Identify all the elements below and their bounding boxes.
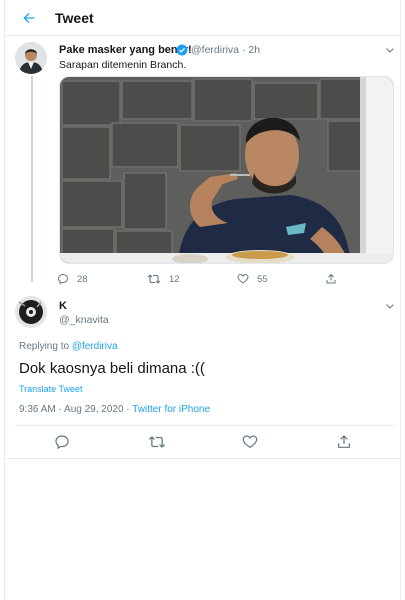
tweet-time[interactable]: 2h	[248, 44, 260, 56]
retweet-action[interactable]: 12	[147, 272, 180, 286]
tweet-action-bar	[5, 426, 400, 458]
tweet-source-link[interactable]: Twitter for iPhone	[132, 404, 210, 415]
author-handle[interactable]: @ferdiriva	[191, 44, 239, 56]
replying-to-link[interactable]: @ferdiriva	[72, 341, 118, 352]
divider	[5, 458, 400, 459]
retweet-icon	[147, 274, 161, 284]
tweet-detail-page: Tweet Pake masker yang benar! @ferdiriva…	[4, 0, 401, 600]
verified-badge-icon	[176, 44, 188, 56]
translate-tweet-link[interactable]: Translate Tweet	[19, 384, 83, 394]
tweet-text: Sarapan ditemenin Branch.	[59, 59, 187, 71]
share-icon	[326, 273, 336, 284]
replying-to-line: Replying to @ferdiriva	[19, 341, 118, 352]
page-header: Tweet	[5, 0, 400, 36]
retweet-count: 12	[169, 273, 180, 285]
heart-icon	[237, 273, 249, 284]
chevron-down-icon[interactable]	[384, 300, 396, 312]
like-action[interactable]: 55	[237, 272, 268, 286]
page-title: Tweet	[55, 10, 94, 26]
thread-connector-line	[31, 76, 33, 282]
chevron-down-icon[interactable]	[384, 44, 396, 56]
tweet-timestamp: 9:36 AM · Aug 29, 2020 · Twitter for iPh…	[19, 404, 210, 415]
author-handle-time: @ferdiriva · 2h	[191, 44, 260, 56]
author-name[interactable]: Pake masker yang benar!	[59, 44, 192, 56]
reply-count: 28	[77, 273, 88, 285]
person-photo	[15, 42, 47, 74]
retweet-icon[interactable]	[148, 434, 166, 450]
share-action[interactable]	[325, 272, 345, 286]
avatar-knavita[interactable]	[15, 296, 47, 328]
back-button[interactable]	[17, 6, 41, 30]
share-icon[interactable]	[336, 434, 352, 450]
tweet-photo[interactable]	[59, 76, 394, 264]
reply-author-name[interactable]: K	[59, 300, 67, 312]
reply-author-handle[interactable]: @_knavita	[59, 314, 109, 326]
arrow-left-icon	[23, 12, 35, 24]
avatar-image	[15, 296, 47, 328]
reply-icon	[57, 273, 69, 285]
like-count: 55	[257, 273, 268, 285]
photo-man-eating	[60, 77, 393, 263]
avatar-ferdiriva[interactable]	[15, 42, 47, 74]
heart-icon[interactable]	[242, 434, 258, 450]
reply-action[interactable]: 28	[57, 272, 88, 286]
timestamp-text[interactable]: 9:36 AM · Aug 29, 2020 ·	[19, 404, 132, 415]
reply-tweet-text: Dok kaosnya beli dimana :((	[19, 360, 205, 377]
reply-icon[interactable]	[54, 434, 70, 450]
replying-to-prefix: Replying to	[19, 341, 70, 352]
